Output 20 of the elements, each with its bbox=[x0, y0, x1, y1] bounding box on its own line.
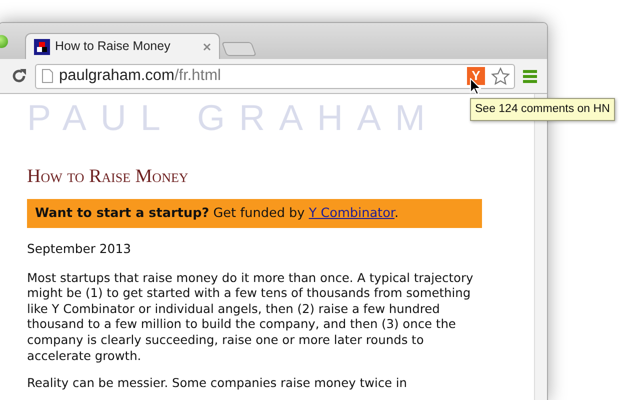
star-icon[interactable] bbox=[491, 66, 510, 86]
tooltip: See 124 comments on HN bbox=[470, 98, 615, 122]
url-text: paulgraham.com/fr.html bbox=[59, 66, 222, 86]
reload-icon[interactable] bbox=[11, 68, 27, 84]
menu-icon[interactable] bbox=[523, 69, 537, 83]
browser-tab[interactable]: How to Raise Money bbox=[25, 33, 220, 59]
address-bar[interactable]: paulgraham.com/fr.html Y bbox=[35, 64, 515, 88]
article-date: September 2013 bbox=[27, 240, 132, 258]
banner-link[interactable]: Y Combinator bbox=[308, 206, 394, 221]
page-icon bbox=[42, 69, 53, 83]
tab-title: How to Raise Money bbox=[55, 38, 172, 56]
paragraph: Most startups that raise money do it more than once. A typical trajectory might be (1) to get started with a few tens of thousands from something like Y Combinator or individual angels, then (2) raise a few hundred thousand to a few million to build the company, and then (3) once the company is clearly succeeding, raise one or more later rounds to accelerate growth. bbox=[27, 270, 474, 364]
extension-button[interactable]: Y bbox=[467, 67, 485, 85]
article-title: How to Raise Money bbox=[27, 166, 190, 189]
paragraph: Reality can be messier. Some companies raise money twice in bbox=[27, 376, 408, 392]
close-icon[interactable] bbox=[203, 42, 211, 50]
favicon-icon bbox=[34, 38, 50, 54]
cursor-icon bbox=[470, 78, 481, 95]
new-tab-button[interactable] bbox=[221, 42, 257, 56]
promo-banner: Want to start a startup? Get funded by Y Combinator. bbox=[27, 198, 482, 228]
